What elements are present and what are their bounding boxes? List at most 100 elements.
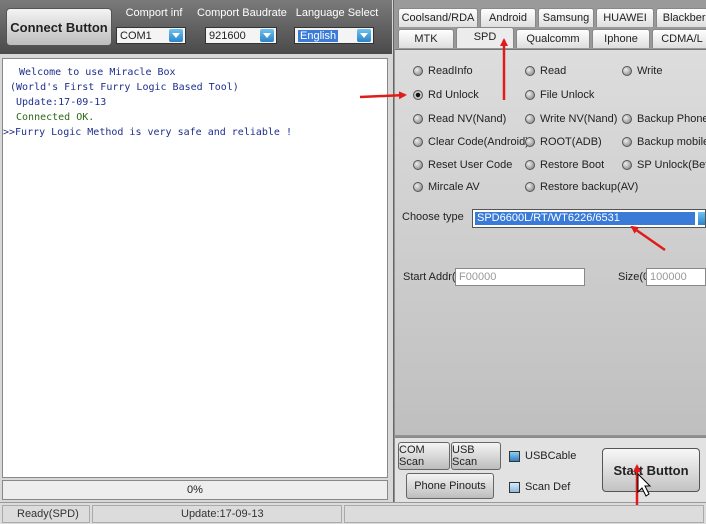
radio-mircale-av[interactable]: Mircale AV	[413, 180, 480, 194]
radio-dot-icon	[413, 114, 423, 124]
spd-tab-content	[395, 49, 706, 435]
log-line: (World's First Furry Logic Based Tool)	[10, 82, 239, 93]
radio-dot-icon	[525, 90, 535, 100]
radio-sp-unlock[interactable]: SP Unlock(Beta	[622, 158, 706, 172]
radio-readinfo[interactable]: ReadInfo	[413, 64, 473, 78]
radio-backup-mobile[interactable]: Backup mobile(	[622, 135, 706, 149]
usb-cable-label: USBCable	[525, 450, 577, 462]
radio-dot-icon	[622, 66, 632, 76]
language-label: Language Select	[295, 7, 379, 19]
usb-cable-checkbox[interactable]: USBCable	[509, 450, 576, 462]
connect-button[interactable]: Connect Button	[6, 8, 112, 46]
status-empty	[344, 505, 704, 523]
radio-dot-icon	[525, 160, 535, 170]
radio-label: SP Unlock(Beta	[637, 159, 706, 171]
radio-write-nv[interactable]: Write NV(Nand)	[525, 112, 617, 126]
tab-blackberry[interactable]: Blackberr	[656, 8, 706, 27]
radio-label: Restore Boot	[540, 159, 605, 171]
chevron-down-icon	[260, 29, 274, 42]
choose-type-select[interactable]: SPD6600L/RT/WT6226/6531	[472, 209, 706, 228]
radio-read[interactable]: Read	[525, 64, 566, 78]
radio-rd-unlock[interactable]: Rd Unlock	[413, 88, 479, 102]
tab-samsung[interactable]: Samsung	[538, 8, 594, 27]
checkbox-icon	[509, 481, 520, 493]
radio-dot-icon	[413, 182, 423, 192]
log-panel[interactable]: Welcome to use Miracle Box (World's Firs…	[2, 58, 388, 478]
comport-select[interactable]: COM1	[116, 27, 186, 44]
phone-pinouts-button[interactable]: Phone Pinouts	[406, 473, 494, 499]
radio-dot-icon	[525, 137, 535, 147]
radio-dot-icon	[622, 114, 632, 124]
radio-label: Write	[637, 65, 663, 77]
radio-label: Rd Unlock	[428, 89, 479, 101]
radio-label: Backup mobile(	[637, 136, 706, 148]
choose-type-label: Choose type	[402, 211, 464, 223]
tab-spd[interactable]: SPD	[456, 27, 514, 48]
radio-label: Restore backup(AV)	[540, 181, 639, 193]
radio-dot-icon	[413, 137, 423, 147]
radio-dot-icon	[525, 182, 535, 192]
radio-restore-boot[interactable]: Restore Boot	[525, 158, 604, 172]
radio-file-unlock[interactable]: File Unlock	[525, 88, 594, 102]
radio-read-nv[interactable]: Read NV(Nand)	[413, 112, 506, 126]
progress-bar: 0%	[2, 480, 388, 500]
radio-backup-phone[interactable]: Backup Phonel	[622, 112, 706, 126]
log-line: Connected OK.	[10, 112, 95, 123]
chevron-down-icon	[357, 29, 371, 42]
tab-android[interactable]: Android	[480, 8, 536, 27]
chevron-down-icon	[698, 212, 705, 225]
tab-huawei[interactable]: HUAWEI	[596, 8, 654, 27]
baudrate-value: 921600	[209, 29, 246, 42]
log-line: Welcome to use Miracle Box	[13, 67, 176, 78]
status-bar: Ready(SPD) Update:17-09-13	[0, 502, 706, 524]
tab-iphone[interactable]: Iphone	[592, 29, 650, 48]
size-input[interactable]: 100000	[646, 268, 706, 286]
chevron-down-icon	[169, 29, 183, 42]
comport-label: Comport inf	[125, 7, 183, 19]
status-update: Update:17-09-13	[92, 505, 342, 523]
radio-dot-icon	[525, 114, 535, 124]
radio-write[interactable]: Write	[622, 64, 662, 78]
radio-reset-user-code[interactable]: Reset User Code	[413, 158, 512, 172]
comport-value: COM1	[120, 29, 152, 42]
radio-label: Read NV(Nand)	[428, 113, 507, 125]
radio-label: Reset User Code	[428, 159, 513, 171]
radio-dot-icon	[622, 137, 632, 147]
radio-root-adb[interactable]: ROOT(ADB)	[525, 135, 602, 149]
log-line: Update:17-09-13	[10, 97, 107, 108]
tab-coolsand-rda[interactable]: Coolsand/RDA	[398, 8, 478, 27]
toolbar: Connect Button Comport inf COM1 Comport …	[0, 0, 392, 54]
com-scan-button[interactable]: COM Scan	[398, 442, 450, 470]
tab-cdma[interactable]: CDMA/L	[652, 29, 706, 48]
baudrate-label: Comport Baudrate	[197, 7, 287, 19]
tab-mtk[interactable]: MTK	[398, 29, 454, 48]
radio-label: ROOT(ADB)	[540, 136, 602, 148]
scan-def-label: Scan Def	[525, 481, 571, 493]
usb-scan-button[interactable]: USB Scan	[451, 442, 501, 470]
progress-label: 0%	[187, 484, 203, 496]
language-select[interactable]: English	[294, 27, 374, 44]
scan-def-checkbox[interactable]: Scan Def	[509, 481, 570, 493]
status-state: Ready(SPD)	[2, 505, 90, 523]
start-addr-input[interactable]: F00000	[455, 268, 585, 286]
baudrate-select[interactable]: 921600	[205, 27, 277, 44]
start-addr-label: Start Addr(0	[403, 271, 462, 283]
radio-label: Backup Phonel	[637, 113, 706, 125]
radio-dot-icon	[413, 160, 423, 170]
radio-label: Read	[540, 65, 567, 77]
choose-type-value: SPD6600L/RT/WT6226/6531	[475, 212, 695, 225]
radio-label: Clear Code(Android)	[428, 136, 529, 148]
radio-restore-backup[interactable]: Restore backup(AV)	[525, 180, 638, 194]
start-button[interactable]: Start Button	[602, 448, 700, 492]
radio-label: ReadInfo	[428, 65, 473, 77]
radio-label: Write NV(Nand)	[540, 113, 618, 125]
radio-dot-icon	[413, 90, 423, 100]
log-line: >>Furry Logic Method is very safe and re…	[3, 127, 292, 138]
radio-dot-icon	[622, 160, 632, 170]
checkbox-icon	[509, 450, 520, 462]
tab-qualcomm[interactable]: Qualcomm	[516, 29, 590, 48]
radio-dot-icon	[525, 66, 535, 76]
radio-clear-code[interactable]: Clear Code(Android)	[413, 135, 529, 149]
radio-dot-icon	[413, 66, 423, 76]
size-label: Size(0	[618, 271, 650, 283]
